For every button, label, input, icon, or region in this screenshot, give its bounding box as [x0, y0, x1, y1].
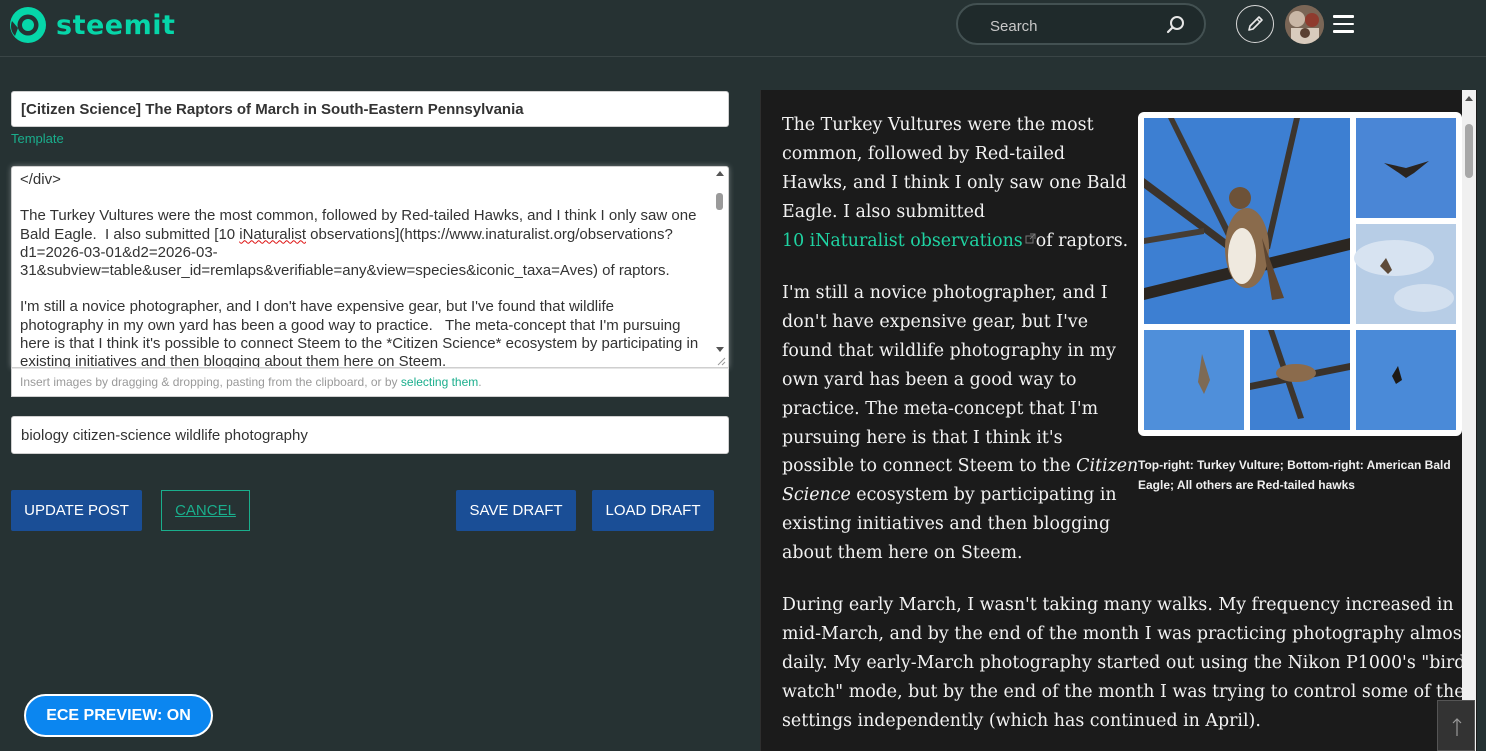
search-box[interactable] — [956, 3, 1206, 45]
user-avatar[interactable] — [1285, 5, 1324, 44]
arrow-up-icon — [1452, 718, 1462, 736]
preview-line: don't have expensive gear, but I've — [782, 311, 1089, 332]
cancel-button[interactable]: Cancel — [161, 490, 250, 531]
image-upload-hint: Insert images by dragging & dropping, pa… — [11, 368, 729, 397]
scroll-up-arrow-icon[interactable] — [716, 171, 724, 176]
preview-paragraph-2: I'm still a novice photographer, and I d… — [782, 279, 1138, 568]
steemit-logo[interactable]: steemit — [9, 6, 175, 44]
update-post-button[interactable]: Update Post — [11, 490, 142, 531]
hamburger-menu-icon[interactable] — [1333, 15, 1354, 33]
raptor-photo-collage[interactable] — [1138, 112, 1462, 436]
preview-line: watch" mode, but by the end of the month… — [782, 681, 1465, 702]
template-link[interactable]: Template — [11, 131, 64, 146]
photo-caption: Top-right: Turkey Vulture; Bottom-right:… — [1138, 458, 1451, 492]
spellcheck-flagged-word: iNaturalist — [239, 225, 306, 243]
select-images-link[interactable]: selecting them — [401, 375, 478, 389]
pencil-icon — [1248, 16, 1263, 31]
post-title-input[interactable]: [Citizen Science] The Raptors of March i… — [11, 91, 729, 127]
preview-line: found that wildlife photography in my — [782, 340, 1116, 361]
tags-input[interactable]: biology citizen-science wildlife photogr… — [11, 416, 729, 454]
avatar-image — [1285, 5, 1324, 44]
preview-line: Science ecosystem by participating in — [782, 481, 1138, 510]
preview-text: of raptors. — [1035, 230, 1129, 251]
write-post-button[interactable] — [1236, 5, 1274, 43]
preview-line: pursuing here is that I think it's — [782, 427, 1063, 448]
preview-paragraph-1: The Turkey Vultures were the most common… — [782, 111, 1128, 256]
resize-grip-icon[interactable] — [716, 356, 726, 366]
load-draft-button[interactable]: Load Draft — [592, 490, 714, 531]
preview-line: practice. The meta-concept that I'm — [782, 398, 1099, 419]
search-input[interactable] — [988, 15, 1152, 37]
preview-line: daily. My early-March photography starte… — [782, 652, 1466, 673]
scroll-down-arrow-icon[interactable] — [716, 347, 724, 352]
preview-line: I'm still a novice photographer, and I — [782, 283, 1108, 303]
preview-line: mid-March, and by the end of the month I… — [782, 623, 1469, 644]
preview-line: settings independently (which has contin… — [782, 710, 1261, 731]
brand-name: steemit — [56, 9, 176, 41]
scroll-up-arrow-icon[interactable] — [1465, 96, 1473, 101]
image-upload-hint-end: . — [478, 375, 482, 389]
steemit-logo-icon — [10, 7, 46, 43]
preview-emphasis: Science — [782, 485, 851, 506]
save-draft-button[interactable]: Save Draft — [456, 490, 576, 531]
ece-preview-toggle[interactable]: ECE PREVIEW: ON — [24, 694, 213, 737]
body-line: I'm still a novice photographer, and I d… — [20, 298, 703, 368]
external-link-icon — [1025, 233, 1036, 244]
preview-scrollbar[interactable] — [1462, 90, 1476, 751]
preview-paragraph-3: During early March, I wasn't taking many… — [782, 591, 1469, 736]
body-line: </div> — [20, 171, 61, 188]
post-body-text: </div> The Turkey Vultures were the most… — [20, 171, 703, 368]
post-body-textarea[interactable]: </div> The Turkey Vultures were the most… — [11, 166, 729, 368]
preview-line: Hawks, and I think I only saw one Bald — [782, 172, 1127, 193]
preview-text: ecosystem by participating in — [850, 485, 1117, 506]
preview-line: existing initiatives and then blogging — [782, 514, 1111, 535]
preview-line: 10 iNaturalist observations of raptors. — [782, 227, 1128, 256]
photo-collage-image — [1144, 118, 1456, 430]
top-header: steemit — [0, 0, 1486, 57]
preview-line: about them here on Steem. — [782, 543, 1023, 564]
scroll-to-top-button[interactable] — [1437, 700, 1475, 751]
preview-line: common, followed by Red-tailed — [782, 143, 1066, 164]
preview-text: possible to connect Steem to the — [782, 456, 1077, 477]
preview-emphasis: Citizen — [1076, 456, 1139, 477]
post-preview-pane: The Turkey Vultures were the most common… — [760, 90, 1477, 751]
preview-line: The Turkey Vultures were the most — [782, 115, 1094, 135]
scrollbar-thumb[interactable] — [716, 193, 723, 210]
preview-line: Eagle. I also submitted — [782, 201, 986, 222]
preview-line: possible to connect Steem to the Citizen — [782, 452, 1138, 481]
body-scrollbar[interactable] — [714, 169, 726, 365]
preview-line: own yard has been a good way to — [782, 369, 1077, 390]
search-icon[interactable] — [1166, 15, 1186, 35]
scrollbar-thumb[interactable] — [1465, 124, 1473, 178]
preview-line: During early March, I wasn't taking many… — [782, 595, 1454, 615]
image-upload-hint-text: Insert images by dragging & dropping, pa… — [20, 375, 401, 389]
inaturalist-observations-link[interactable]: 10 iNaturalist observations — [782, 231, 1023, 251]
